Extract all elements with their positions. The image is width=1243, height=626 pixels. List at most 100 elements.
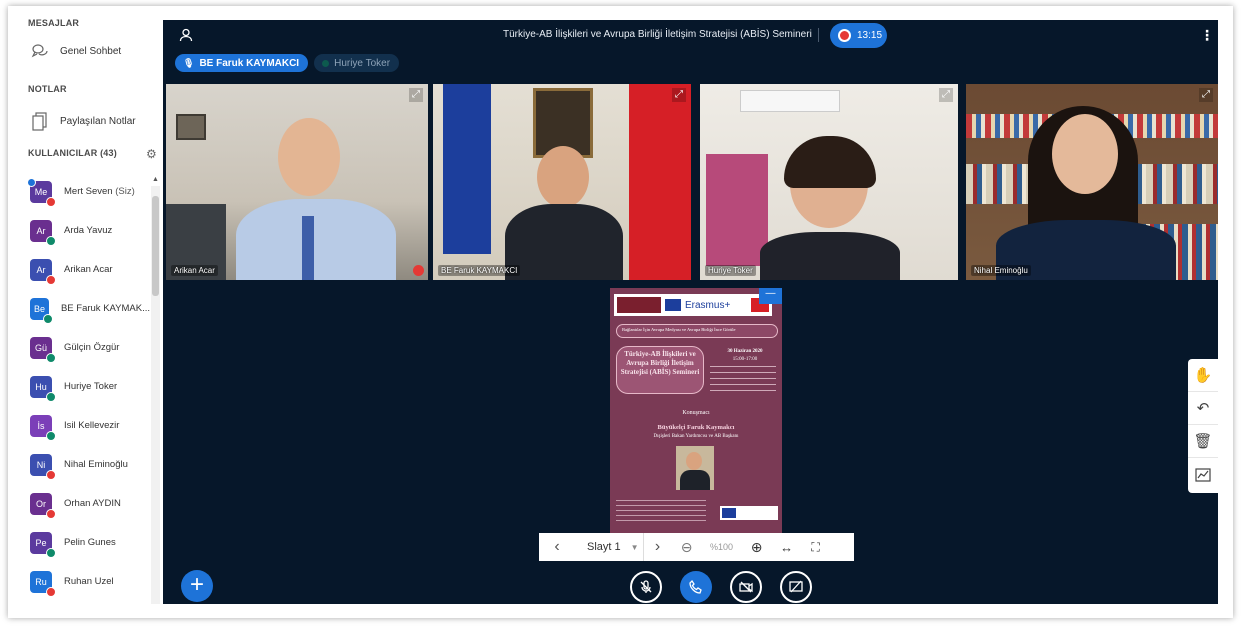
user-name-text: Nihal Eminoğlu [64,459,128,470]
user-list-item[interactable]: Or Orhan AYDIN [18,484,150,523]
talker-active[interactable]: 🎙 BE Faruk KAYMAKCI [175,54,309,72]
user-list-item[interactable]: Ar Arda Yavuz [18,211,150,250]
zoom-in-button[interactable]: ⊕ [742,533,772,561]
presentation-slide[interactable]: Erasmus+ — Bağlantılar İçin Avrupa Medya… [610,288,782,535]
trash-icon[interactable]: 🗑 [1188,425,1218,458]
microphone-status-icon [46,391,56,402]
user-list-item[interactable]: Ar Arikan Acar [18,250,150,289]
wall-picture [176,114,206,140]
video-label: Huriye Toker [705,265,756,276]
avatar: Ni [30,453,56,480]
necktie [302,216,314,280]
chevron-up-icon[interactable]: ▲ [151,176,160,185]
shared-notes-link[interactable]: Paylaşılan Notlar [30,108,136,134]
slide-speaker-name: Büyükelçi Faruk Kaymakcı [657,424,735,431]
person-body [760,232,900,280]
user-icon[interactable] [179,28,193,42]
users-section-title: KULLANICILAR (43) [28,148,117,158]
user-name-text: Huriye Toker [64,381,118,392]
scrollbar-thumb[interactable] [152,196,159,296]
avatar-initials: İs [37,420,45,431]
avatar: Me [27,177,56,207]
user-name: BE Faruk KAYMAK... [61,303,150,314]
gear-icon[interactable]: ⚙ [146,148,158,160]
fullscreen-icon[interactable]: ⤢ [1199,88,1213,102]
fullscreen-icon[interactable]: ⤢ [939,88,953,102]
avatar-initials: Pe [35,537,47,548]
recording-indicator[interactable]: 13:15 [830,23,887,48]
actions-plus-button[interactable]: + [181,570,213,602]
avatar: İs [30,414,56,441]
avatar-initials: Hu [35,381,47,392]
user-list-item[interactable]: Hu Huriye Toker [18,367,150,406]
recording-time: 13:15 [857,30,883,41]
previous-slide-button[interactable]: ‹ [539,533,575,561]
user-name: Huriye Toker [64,381,117,392]
minimize-presentation-icon[interactable]: — [759,288,782,304]
record-icon [838,29,851,42]
undo-icon[interactable]: ↶ [1188,392,1218,425]
eu-flag [443,84,491,254]
video-tile[interactable]: Arikan Acar ⤢ [166,84,428,280]
public-chat-label: Genel Sohbet [60,45,122,57]
user-name-text: Gülçin Özgür [64,342,120,353]
user-list-item[interactable]: Gü Gülçin Özgür [18,328,150,367]
video-tile[interactable]: Huriye Toker ⤢ [700,84,958,280]
fullscreen-icon[interactable]: ⤢ [672,88,686,102]
avatar: Ar [30,219,56,246]
user-list-item[interactable]: Be BE Faruk KAYMAK... [18,289,150,328]
slide-select[interactable]: Slayt 1 ▼ [575,533,644,561]
fullscreen-presentation-button[interactable]: ⛶ [802,533,830,561]
unmute-button[interactable] [630,571,662,603]
user-list-item[interactable]: İs Isil Kellevezir [18,406,150,445]
webcam-status-icon [27,177,36,187]
main-area: Türkiye-AB İlişkileri ve Avrupa Birliği … [163,20,1218,604]
avatar-initials: Be [33,303,45,314]
user-list-item[interactable]: Ru Ruhan Uzel [18,562,150,601]
multi-user-whiteboard-icon[interactable] [1188,458,1218,491]
avatar-initials: Or [36,498,46,509]
hand-tool-icon[interactable]: ✋ [1188,359,1218,392]
fit-width-button[interactable]: ↔ [772,533,802,561]
fullscreen-icon[interactable]: ⤢ [409,88,423,102]
user-list-scrollbar[interactable]: ▲ [151,176,160,604]
user-list-item[interactable]: Me Mert Seven (Siz) [18,172,150,211]
next-slide-button[interactable]: › [644,533,672,561]
slide-headline: Türkiye-AB İlişkileri ve Avrupa Birliği … [620,350,700,376]
options-menu-icon[interactable]: ⋮ [1200,28,1214,42]
video-label: Arikan Acar [171,265,218,276]
avatar: Pe [30,531,56,558]
phone-icon [689,579,702,594]
user-name: Orhan AYDIN [64,498,121,509]
whiteboard-toolbar: ✋ ↶ 🗑 [1188,359,1218,493]
talker-idle[interactable]: Huriye Toker [314,54,400,72]
muted-dot-icon [322,59,330,67]
notes-icon [32,112,47,131]
microphone-icon: 🎙 [183,57,195,68]
eu-logo [665,299,681,311]
user-name-text: Mert Seven [64,186,113,197]
slide-footer-text [616,500,706,524]
listen-only-icon [46,508,56,519]
video-label: Nihal Eminoğlu [971,265,1031,276]
user-list-item[interactable]: Ni Nihal Eminoğlu [18,445,150,484]
slide-speaker-title: Dışişleri Bakan Yardımcısı ve AB Başkanı [653,434,739,439]
hair [784,136,876,188]
user-list-item[interactable]: Pe Pelin Gunes [18,523,150,562]
user-self-suffix: (Siz) [112,186,135,197]
share-screen-button[interactable] [780,571,812,603]
share-webcam-button[interactable] [730,571,762,603]
talker-active-name: BE Faruk KAYMAKCI [199,57,300,69]
screen-share-off-icon [789,580,803,593]
video-tile[interactable]: Nihal Eminoğlu ⤢ [966,84,1218,280]
user-name: Ruhan Uzel [64,576,114,587]
turkey-flag [629,84,691,280]
avatar-initials: Me [34,186,48,197]
microphone-status-icon [42,313,53,324]
video-tile[interactable]: BE Faruk KAYMAKCI ⤢ [433,84,691,280]
camera-off-icon [739,581,753,593]
leave-audio-button[interactable] [680,571,712,603]
user-name-text: Orhan AYDIN [64,498,121,509]
zoom-out-button[interactable]: ⊖ [672,533,702,561]
public-chat-link[interactable]: Genel Sohbet [30,38,121,64]
